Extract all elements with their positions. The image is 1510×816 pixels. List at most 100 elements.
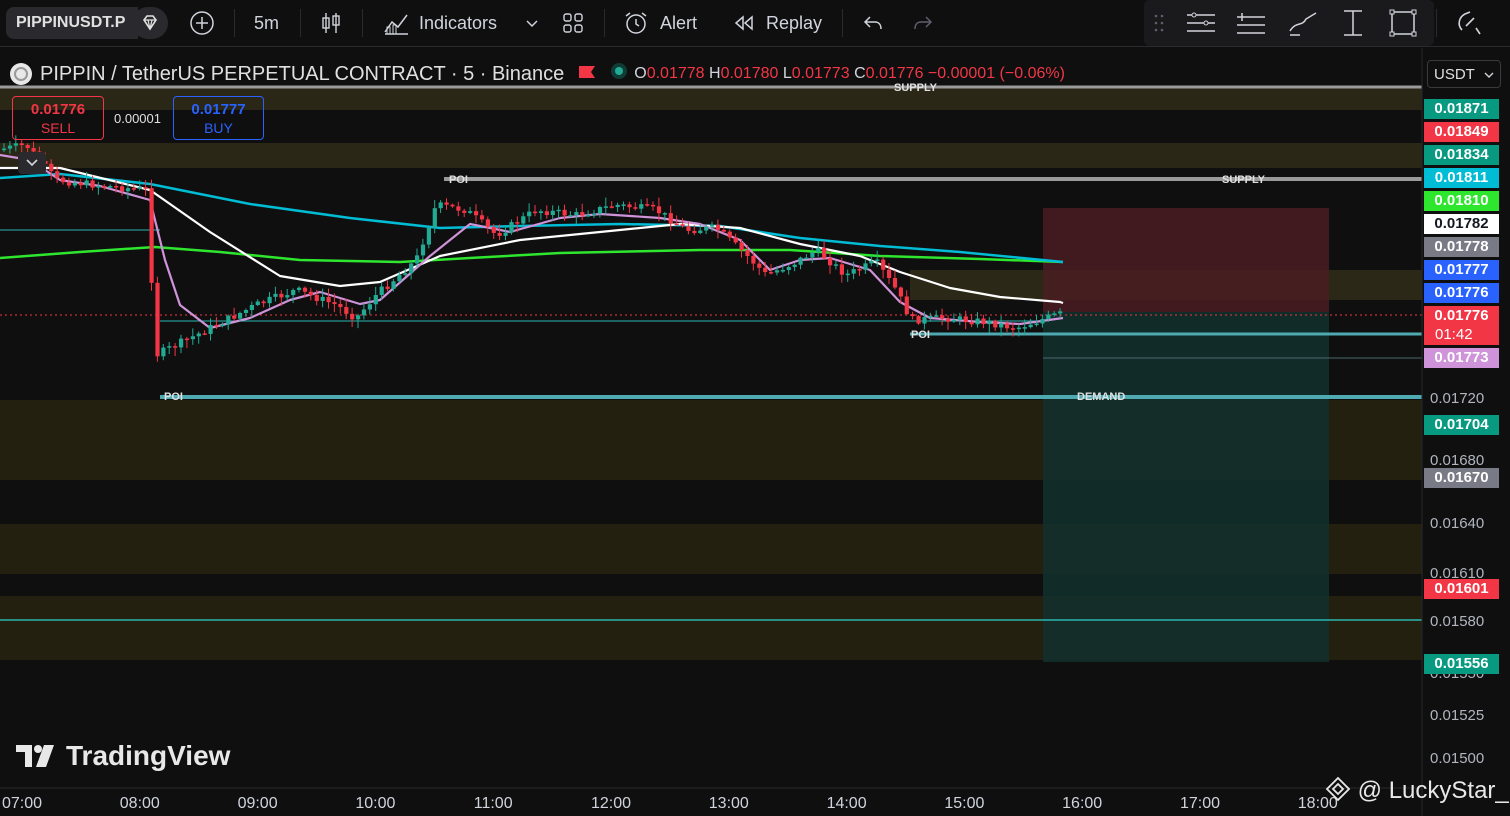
open-label: O bbox=[634, 65, 647, 82]
candle-body bbox=[25, 145, 30, 149]
candle-body bbox=[910, 314, 915, 317]
supply-demand-zones bbox=[0, 85, 1422, 662]
candle-body bbox=[721, 229, 726, 232]
candle-body bbox=[963, 316, 968, 323]
flag-icon[interactable] bbox=[578, 63, 596, 86]
candle-body bbox=[562, 209, 567, 216]
candle-body bbox=[420, 244, 426, 256]
candle-body bbox=[397, 274, 402, 282]
candle-body bbox=[31, 148, 36, 152]
candle-body bbox=[822, 247, 827, 259]
candle-body bbox=[273, 293, 278, 297]
candle-body bbox=[798, 257, 803, 265]
candle-body bbox=[515, 222, 520, 224]
candle-body bbox=[66, 182, 72, 186]
candle-body bbox=[426, 227, 431, 245]
candle-body bbox=[497, 232, 502, 236]
candle-body bbox=[373, 295, 378, 305]
candle-body bbox=[833, 264, 839, 266]
candle-body bbox=[361, 309, 367, 316]
time-tick: 10:00 bbox=[355, 795, 396, 812]
collapse-chevron-icon[interactable] bbox=[18, 152, 46, 174]
candle-body bbox=[456, 206, 461, 211]
candle-body bbox=[751, 255, 756, 264]
price-label: 0.01778 bbox=[1424, 237, 1499, 257]
sell-label: SELL bbox=[40, 120, 76, 136]
candle-body bbox=[78, 182, 83, 186]
coin-logo-icon bbox=[10, 63, 32, 85]
time-tick: 13:00 bbox=[708, 795, 749, 812]
candle-body bbox=[1040, 318, 1045, 324]
author-credit: @ LuckyStar_ bbox=[1325, 776, 1509, 805]
candle-body bbox=[633, 207, 638, 209]
candle-body bbox=[1046, 314, 1051, 319]
time-tick: 15:00 bbox=[944, 795, 985, 812]
close-value: 0.01776 bbox=[865, 65, 924, 82]
low-label: L bbox=[782, 65, 792, 82]
candle-body bbox=[2, 148, 7, 151]
time-tick: 11:00 bbox=[473, 795, 513, 812]
time-tick: 12:00 bbox=[590, 795, 632, 812]
candle-body bbox=[851, 269, 856, 274]
candle-body bbox=[993, 320, 998, 328]
candle-body bbox=[609, 206, 614, 208]
candle-body bbox=[285, 295, 290, 298]
candle-body bbox=[857, 269, 862, 271]
price-label: 0.01782 bbox=[1424, 214, 1499, 234]
candle-body bbox=[208, 325, 213, 334]
candle-body bbox=[149, 188, 154, 283]
candle-body bbox=[161, 347, 166, 357]
candle-body bbox=[267, 296, 272, 304]
candle-body bbox=[255, 301, 260, 305]
candle-body bbox=[597, 206, 603, 214]
candle-body bbox=[1022, 327, 1027, 329]
candle-body bbox=[892, 277, 898, 288]
time-tick: 17:00 bbox=[1179, 795, 1221, 812]
candle-body bbox=[350, 313, 355, 320]
open-value: 0.01778 bbox=[646, 65, 705, 82]
ema-cyan-line bbox=[0, 172, 1064, 264]
currency-label: USDT bbox=[1434, 66, 1475, 83]
candle-body bbox=[184, 338, 190, 341]
tradingview-logo-icon bbox=[16, 745, 54, 767]
candle-body bbox=[344, 307, 349, 314]
candle-body bbox=[102, 186, 107, 188]
currency-select[interactable]: USDT bbox=[1427, 60, 1501, 88]
candle-body bbox=[981, 318, 986, 325]
candle-body bbox=[302, 287, 308, 292]
price-label: 0.01849 bbox=[1424, 122, 1499, 142]
demand-label: DEMAND bbox=[1077, 391, 1125, 403]
candle-body bbox=[875, 259, 880, 262]
candle-body bbox=[568, 215, 573, 217]
candle-body bbox=[261, 301, 266, 304]
candle-body bbox=[179, 338, 184, 348]
candle-body bbox=[869, 260, 874, 264]
candle-body bbox=[733, 237, 738, 243]
candle-body bbox=[220, 324, 225, 327]
buy-button[interactable]: 0.01777 BUY bbox=[173, 96, 264, 140]
buy-label: BUY bbox=[204, 120, 233, 136]
candle-body bbox=[863, 263, 868, 270]
candle-body bbox=[125, 188, 131, 192]
candle-body bbox=[1010, 328, 1016, 330]
time-tick: 14:00 bbox=[826, 795, 867, 812]
market-status-icon[interactable] bbox=[610, 62, 628, 86]
candle-body bbox=[72, 182, 77, 186]
candle-body bbox=[615, 204, 620, 208]
candle-body bbox=[898, 287, 903, 297]
candle-body bbox=[556, 209, 561, 212]
sell-button[interactable]: 0.01776 SELL bbox=[12, 96, 104, 140]
candle-body bbox=[314, 295, 319, 301]
candle-body bbox=[1052, 313, 1057, 315]
candle-body bbox=[969, 322, 974, 325]
candle-body bbox=[680, 224, 685, 227]
candle-body bbox=[668, 213, 673, 224]
candle-body bbox=[662, 213, 667, 215]
candle-body bbox=[627, 204, 632, 208]
candle-body bbox=[946, 318, 951, 322]
candle-body bbox=[792, 264, 797, 268]
candle-body bbox=[1005, 323, 1010, 329]
candle-body bbox=[816, 247, 821, 253]
candle-body bbox=[769, 272, 774, 274]
candle-body bbox=[674, 223, 679, 226]
